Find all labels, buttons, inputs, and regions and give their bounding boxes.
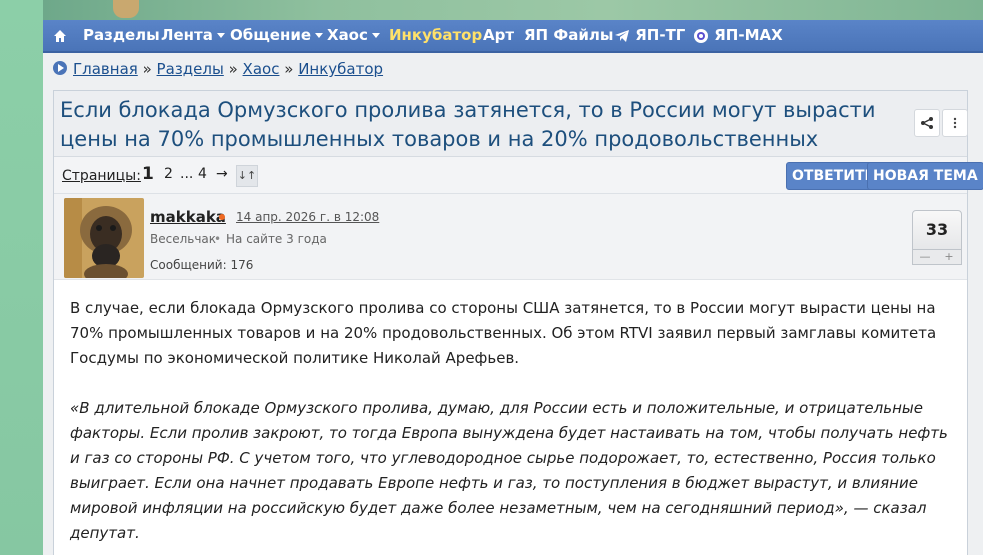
nav-item-files[interactable]: ЯП Файлы — [524, 20, 613, 51]
nav-item-chaos[interactable]: Хаос — [327, 20, 380, 51]
breadcrumb-home[interactable]: Главная — [73, 60, 138, 78]
user-membership-status: На сайте 3 года — [226, 232, 327, 246]
max-logo-icon — [694, 28, 708, 43]
nav-item-incubator[interactable]: Инкубатор — [389, 20, 482, 51]
breadcrumb-separator: » — [284, 60, 294, 78]
left-background-strip — [0, 0, 43, 555]
breadcrumb-chaos[interactable]: Хаос — [243, 60, 280, 78]
chevron-down-icon — [216, 33, 225, 38]
more-vertical-icon — [953, 117, 957, 129]
post-quote-paragraph: «В длительной блокаде Ормузского пролива… — [70, 399, 948, 542]
pager-bar: Страницы: 1 2 ... 4 → ↓↑ ОТВЕТИТЬ НОВАЯ … — [54, 157, 983, 194]
thread-header: Если блокада Ормузского пролива затянетс… — [54, 91, 968, 157]
breadcrumb-arrow-icon — [53, 61, 67, 75]
rating-value: 33 — [912, 210, 962, 250]
nav-item-tg[interactable]: ЯП-ТГ — [614, 20, 685, 51]
rating-controls: — + — [912, 250, 962, 265]
rating-widget: 33 — + — [912, 210, 962, 265]
post-body: В случае, если блокада Ормузского пролив… — [70, 296, 950, 555]
rating-plus-button[interactable]: + — [937, 250, 961, 264]
page-link-1[interactable]: 1 — [142, 164, 154, 184]
separator-bullet: • — [214, 232, 222, 246]
home-icon[interactable] — [53, 20, 67, 51]
page-link-2[interactable]: 2 — [164, 166, 173, 182]
breadcrumb-sections[interactable]: Разделы — [157, 60, 224, 78]
breadcrumb-separator: » — [142, 60, 152, 78]
nav-item-tg-label: ЯП-ТГ — [635, 26, 686, 44]
breadcrumb: Главная » Разделы » Хаос » Инкубатор — [53, 60, 383, 80]
site-banner — [43, 0, 983, 20]
nav-item-art[interactable]: Арт — [483, 20, 514, 51]
main-nav: Разделы Лента Общение Хаос Инкубатор Арт… — [43, 20, 983, 53]
pages-label: Страницы: — [62, 168, 141, 184]
post-header: makkaka 14 апр. 2026 г. в 12:08 Весельча… — [54, 194, 967, 280]
more-options-button[interactable] — [942, 109, 968, 137]
banner-mascot-image — [113, 0, 139, 18]
rating-minus-button[interactable]: — — [913, 250, 937, 264]
online-status-dot — [219, 214, 225, 220]
share-button[interactable] — [914, 109, 940, 137]
nav-item-chat[interactable]: Общение — [230, 20, 324, 51]
sort-order-button[interactable]: ↓↑ — [236, 165, 258, 187]
page: Разделы Лента Общение Хаос Инкубатор Арт… — [43, 0, 983, 555]
user-title: Весельчак — [150, 232, 217, 246]
chevron-down-icon — [315, 33, 324, 38]
post-paragraph: В случае, если блокада Ормузского пролив… — [70, 299, 937, 367]
page-next-arrow[interactable]: → — [216, 166, 228, 182]
thread-container: Если блокада Ормузского пролива затянетс… — [53, 90, 983, 555]
nav-item-sections[interactable]: Разделы — [83, 20, 160, 51]
user-message-count: Сообщений: 176 — [150, 258, 254, 272]
nav-item-chaos-label: Хаос — [327, 26, 368, 44]
nav-item-chat-label: Общение — [230, 26, 312, 44]
nav-item-max[interactable]: ЯП-MAX — [693, 20, 783, 51]
nav-item-feed[interactable]: Лента — [161, 20, 225, 51]
page-ellipsis: ... — [180, 166, 194, 182]
telegram-icon — [615, 29, 629, 42]
post-date-link[interactable]: 14 апр. 2026 г. в 12:08 — [236, 210, 379, 224]
page-link-4[interactable]: 4 — [198, 166, 207, 182]
breadcrumb-separator: » — [228, 60, 238, 78]
nav-item-max-label: ЯП-MAX — [714, 26, 783, 44]
avatar[interactable] — [64, 198, 144, 278]
chevron-down-icon — [371, 33, 380, 38]
breadcrumb-incubator[interactable]: Инкубатор — [298, 60, 383, 78]
share-icon — [921, 117, 933, 129]
nav-item-feed-label: Лента — [161, 26, 213, 44]
thread-title: Если блокада Ормузского пролива затянетс… — [60, 98, 876, 151]
new-topic-button[interactable]: НОВАЯ ТЕМА — [867, 162, 983, 190]
username-link[interactable]: makkaka — [150, 208, 226, 226]
